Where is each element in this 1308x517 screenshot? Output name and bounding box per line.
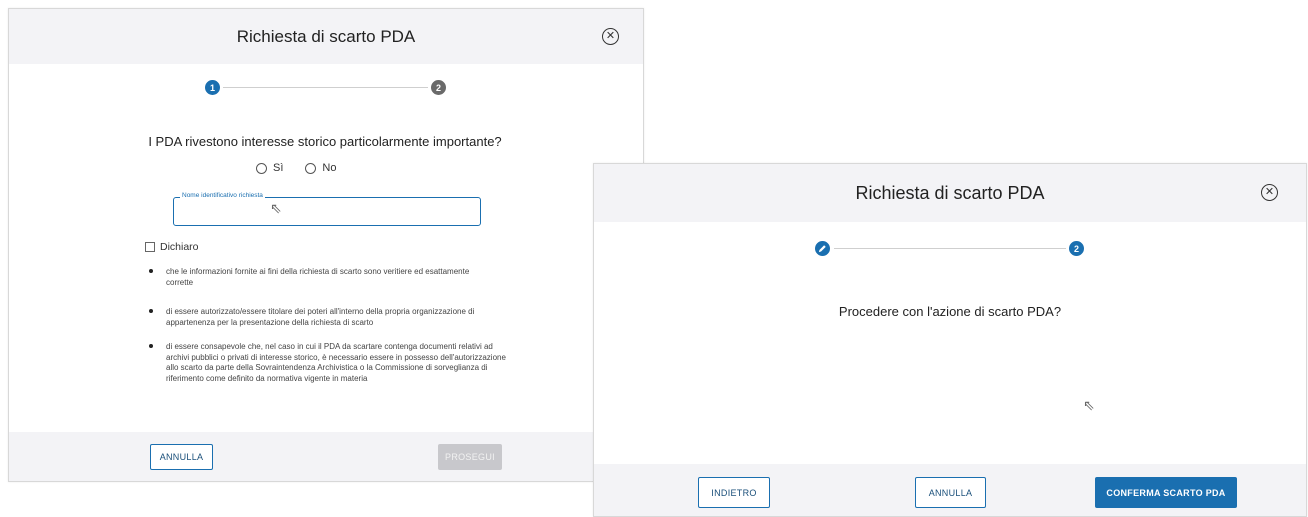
step-2-indicator: 2 [431, 80, 446, 95]
stepper-line [834, 248, 1066, 249]
step-1-indicator: 1 [205, 80, 220, 95]
cancel-button[interactable]: ANNULLA [150, 444, 213, 470]
bullet-dot-icon [149, 269, 153, 273]
discard-request-dialog-step2: Richiesta di scarto PDA ✕ 2 Procedere co… [593, 163, 1307, 517]
request-name-field[interactable]: Nome identificativo richiesta ⇖ [173, 192, 481, 226]
close-icon[interactable]: ✕ [602, 28, 619, 45]
declaration-bullet-3: di essere consapevole che, nel caso in c… [149, 342, 511, 384]
pencil-icon [818, 245, 826, 253]
radio-no-label: No [322, 162, 337, 174]
mouse-cursor-icon: ⇖ [1083, 397, 1095, 413]
historical-interest-radio-group: Sì No [256, 162, 336, 174]
declaration-bullet-1: che le informazioni fornite ai fini dell… [149, 267, 476, 288]
dialog-header: Richiesta di scarto PDA ✕ [594, 164, 1306, 222]
stepper: 1 2 [205, 80, 449, 96]
declaration-label: Dichiaro [160, 241, 199, 253]
next-button[interactable]: PROSEGUI [438, 444, 502, 470]
dialog-footer: ANNULLA PROSEGUI [9, 432, 643, 481]
back-button[interactable]: INDIETRO [698, 477, 770, 508]
radio-si-label: Sì [273, 162, 284, 174]
confirm-question: Procedere con l'azione di scarto PDA? [838, 304, 1062, 319]
dialog-footer: INDIETRO ANNULLA CONFERMA SCARTO PDA [594, 464, 1306, 516]
declaration-checkbox-row: Dichiaro [145, 241, 199, 253]
historical-interest-question: I PDA rivestono interesse storico partic… [148, 134, 502, 149]
bullet-2-text: di essere autorizzato/essere titolare de… [166, 307, 475, 327]
dialog-header: Richiesta di scarto PDA ✕ [9, 9, 643, 64]
stepper-line [223, 87, 428, 88]
bullet-3-text: di essere consapevole che, nel caso in c… [166, 342, 506, 383]
mouse-cursor-icon: ⇖ [270, 200, 282, 216]
declaration-checkbox[interactable] [145, 242, 155, 252]
close-icon[interactable]: ✕ [1261, 184, 1278, 201]
stepper: 2 [815, 241, 1085, 257]
discard-request-dialog-step1: Richiesta di scarto PDA ✕ 1 2 I PDA rive… [8, 8, 644, 482]
bullet-dot-icon [149, 344, 153, 348]
step-1-pencil-icon [815, 241, 830, 256]
cancel-button[interactable]: ANNULLA [915, 477, 986, 508]
radio-no[interactable] [305, 162, 317, 174]
dialog-title: Richiesta di scarto PDA [855, 182, 1045, 203]
declaration-bullet-2: di essere autorizzato/essere titolare de… [149, 307, 496, 328]
bullet-dot-icon [149, 309, 153, 313]
bullet-1-text: che le informazioni fornite ai fini dell… [166, 267, 470, 287]
step-2-indicator: 2 [1069, 241, 1084, 256]
radio-si[interactable] [256, 162, 267, 174]
request-name-label: Nome identificativo richiesta [180, 192, 265, 199]
confirm-discard-button[interactable]: CONFERMA SCARTO PDA [1095, 477, 1237, 508]
dialog-title: Richiesta di scarto PDA [236, 26, 416, 46]
